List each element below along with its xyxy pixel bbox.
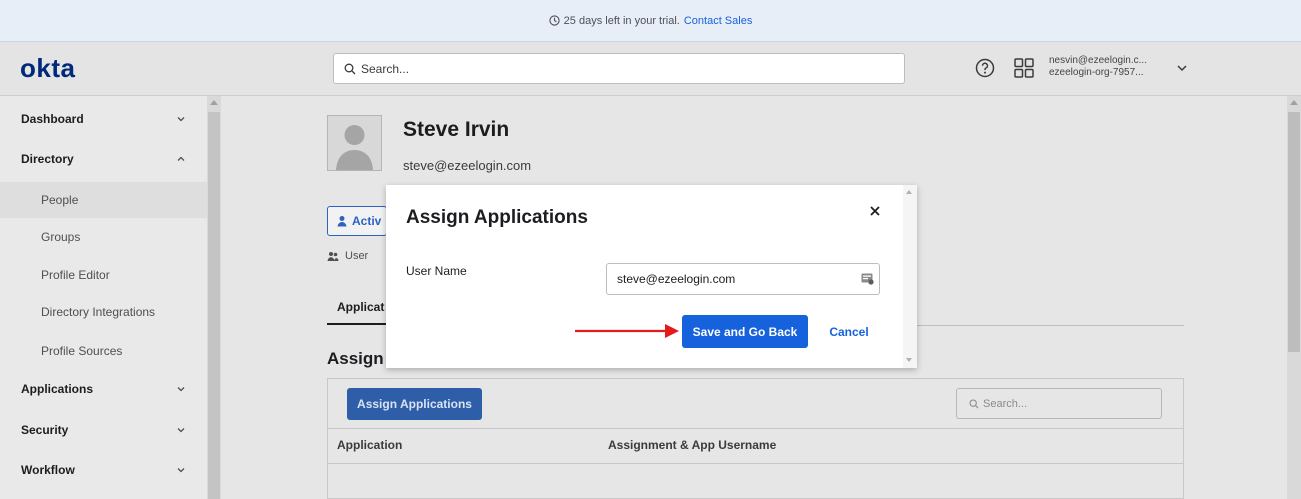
sidebar-item-profile-sources[interactable]: Profile Sources — [0, 338, 207, 364]
assign-applications-button[interactable]: Assign Applications — [347, 388, 482, 420]
close-icon[interactable] — [869, 205, 881, 217]
global-search-input[interactable]: Search... — [333, 53, 905, 84]
sidebar-item-people[interactable]: People — [0, 182, 207, 218]
person-silhouette-icon — [336, 125, 373, 170]
chevron-down-icon — [177, 428, 185, 433]
search-icon — [344, 63, 356, 74]
sidebar-item-label: Profile Sources — [41, 344, 123, 358]
section-title: Assign — [327, 349, 384, 368]
modal-scrollbar[interactable] — [903, 185, 917, 368]
user-name-input[interactable] — [606, 263, 880, 295]
scroll-up-arrow[interactable] — [906, 190, 912, 194]
scroll-down-arrow[interactable] — [906, 358, 912, 362]
person-icon — [337, 216, 347, 227]
applications-search-input[interactable]: Search... — [956, 388, 1162, 419]
user-name-label: User Name — [406, 264, 467, 278]
column-header-assignment: Assignment & App Username — [608, 438, 777, 452]
chevron-down-icon[interactable] — [1176, 62, 1188, 74]
sidebar-item-label: Applications — [21, 382, 94, 396]
trial-message: 25 days left in your trial. — [563, 14, 680, 27]
scroll-up-arrow[interactable] — [1290, 100, 1298, 105]
scroll-up-arrow[interactable] — [210, 100, 218, 105]
user-type-label: User — [345, 250, 369, 262]
clock-icon — [549, 15, 560, 26]
sidebar-item-profile-editor[interactable]: Profile Editor — [0, 262, 207, 288]
sidebar-item-label: Directory Integrations — [41, 305, 156, 319]
sidebar-item-dashboard[interactable]: Dashboard — [0, 106, 207, 132]
save-and-go-back-button[interactable]: Save and Go Back — [682, 315, 808, 348]
user-email: nesvin@ezeelogin.c... — [1049, 55, 1147, 66]
search-icon — [969, 398, 979, 409]
users-icon — [327, 252, 339, 261]
chevron-down-icon — [177, 117, 185, 122]
user-type-row: User — [327, 250, 368, 262]
sidebar-item-workflow[interactable]: Workflow — [0, 457, 207, 483]
apps-grid-icon[interactable] — [1013, 57, 1035, 79]
sidebar-item-label: Workflow — [21, 463, 75, 477]
activate-label: Activ — [352, 214, 382, 228]
main-scrollbar[interactable] — [1287, 96, 1301, 499]
sidebar-item-label: Profile Editor — [41, 268, 110, 282]
help-icon[interactable] — [975, 58, 995, 78]
sidebar-scrollbar[interactable] — [207, 96, 221, 499]
applications-search-placeholder: Search... — [983, 397, 1028, 410]
person-name: Steve Irvin — [403, 118, 510, 141]
sidebar-item-label: Dashboard — [21, 112, 84, 126]
tab-applications[interactable]: Applicat — [337, 300, 384, 314]
user-org: ezeelogin-org-7957... — [1049, 67, 1144, 78]
cancel-button[interactable]: Cancel — [822, 315, 876, 348]
sidebar-nav: Dashboard Directory People Groups Profil… — [0, 96, 207, 499]
annotation-arrow-icon — [575, 324, 679, 338]
sidebar-item-security[interactable]: Security — [0, 417, 207, 443]
sidebar-item-label: Directory — [21, 152, 74, 166]
assign-applications-modal: Assign Applications User Name Save and G… — [386, 185, 917, 368]
sidebar-item-applications[interactable]: Applications — [0, 376, 207, 402]
global-search-placeholder: Search... — [361, 61, 410, 76]
column-header-application: Application — [337, 438, 403, 452]
scrollbar-thumb[interactable] — [208, 112, 220, 499]
modal-title: Assign Applications — [406, 207, 588, 228]
okta-logo[interactable]: okta — [20, 53, 75, 84]
activate-button[interactable]: Activ — [327, 206, 387, 236]
chevron-down-icon — [177, 387, 185, 392]
scrollbar-thumb[interactable] — [1288, 112, 1300, 352]
active-tab-indicator — [327, 323, 387, 325]
sidebar-item-label: Groups — [41, 230, 81, 244]
sidebar-item-label: People — [41, 193, 79, 207]
user-account-menu[interactable]: nesvin@ezeelogin.c... ezeelogin-org-7957… — [1049, 55, 1177, 79]
chevron-down-icon — [177, 468, 185, 473]
person-email: steve@ezeelogin.com — [403, 158, 532, 173]
contact-card-icon[interactable] — [861, 272, 874, 285]
sidebar-item-directory[interactable]: Directory — [0, 146, 207, 172]
user-avatar — [327, 115, 382, 171]
contact-sales-link[interactable]: Contact Sales — [684, 15, 752, 27]
sidebar-item-directory-integrations[interactable]: Directory Integrations — [0, 299, 207, 325]
top-header: okta Search... nesvin@ezeelogin.c... eze… — [0, 42, 1301, 96]
chevron-up-icon — [177, 156, 185, 161]
sidebar-item-label: Security — [21, 423, 69, 437]
sidebar-item-groups[interactable]: Groups — [0, 224, 207, 250]
trial-banner: 25 days left in your trial. Contact Sale… — [0, 0, 1301, 42]
